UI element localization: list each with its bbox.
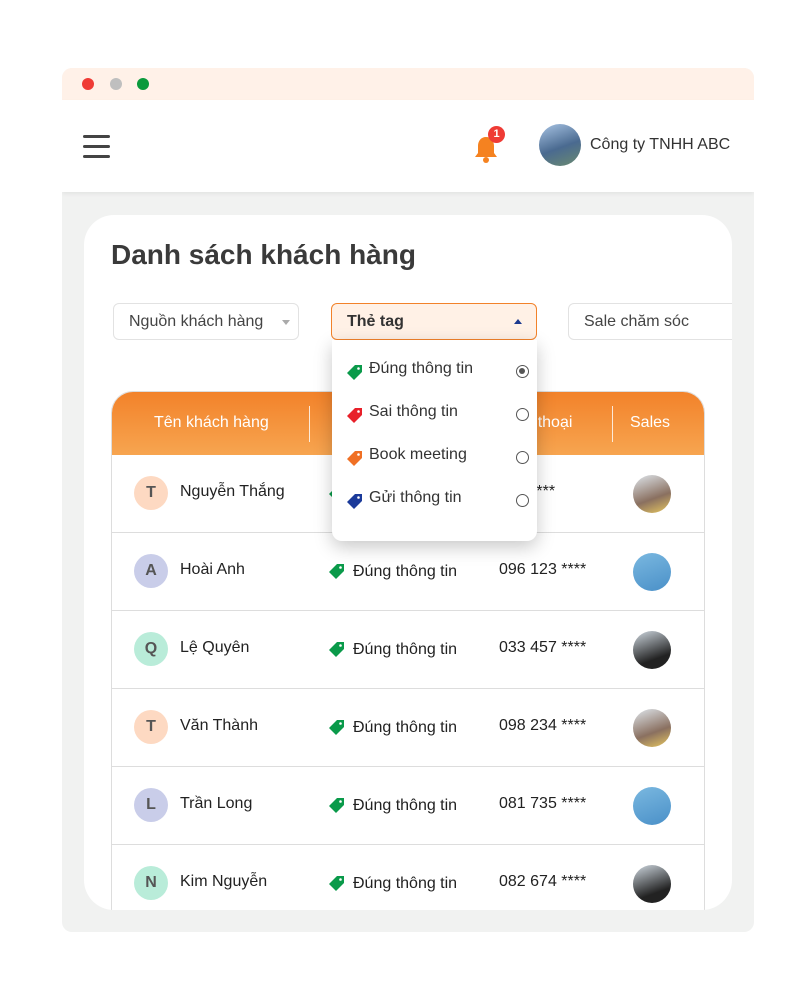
tag-icon [329,798,344,813]
column-name: Tên khách hàng [154,414,269,431]
tag-option-label: Sai thông tin [369,403,458,420]
customer-phone: 033 457 **** [499,639,587,656]
customer-initial-avatar: Q [134,632,168,666]
sales-avatar[interactable] [633,709,671,747]
radio-button[interactable] [516,365,529,378]
tag-dropdown-menu: Đúng thông tin Sai thông tin Book meeting G… [332,340,537,541]
sales-avatar[interactable] [633,787,671,825]
customer-phone: 096 123 **** [499,561,587,578]
tag-icon [329,642,344,657]
tag-option-label: Book meeting [369,446,467,463]
menu-icon[interactable] [83,135,110,158]
minimize-dot[interactable] [110,78,122,90]
sales-avatar[interactable] [633,865,671,903]
customer-name[interactable]: Văn Thành [180,717,258,735]
tag-icon [347,494,362,509]
customer-name[interactable]: Lệ Quyên [180,639,249,657]
tag-option-label: Gửi thông tin [369,489,462,506]
tag-icon [347,365,362,380]
notification-badge: 1 [488,126,505,143]
chevron-down-icon [282,320,290,329]
customer-name[interactable]: Trần Long [180,795,252,813]
customer-initial-avatar: T [134,710,168,744]
customer-name[interactable]: Hoài Anh [180,561,245,579]
source-filter-label: Nguồn khách hàng [129,313,264,330]
page-title: Danh sách khách hàng [111,239,416,270]
customer-phone: 081 735 **** [499,795,587,812]
customer-phone: 082 674 **** [499,873,587,890]
sale-filter-label: Sale chăm sóc [584,313,689,330]
tag-icon [329,876,344,891]
customer-initial-avatar: T [134,476,168,510]
company-name[interactable]: Công ty TNHH ABC [590,136,730,154]
company-avatar[interactable] [539,124,581,166]
top-bar: 1 Công ty TNHH ABC [62,100,754,192]
tag-icon [329,564,344,579]
radio-button[interactable] [516,451,529,464]
chevron-up-icon [514,315,522,324]
table-row[interactable]: L Trần Long Đúng thông tin 081 735 **** [112,767,704,845]
tag-icon [329,720,344,735]
source-filter[interactable]: Nguồn khách hàng [113,303,299,340]
maximize-dot[interactable] [137,78,149,90]
radio-button[interactable] [516,408,529,421]
customer-initial-avatar: N [134,866,168,900]
table-row[interactable]: Q Lệ Quyên Đúng thông tin 033 457 **** [112,611,704,689]
table-row[interactable]: N Kim Nguyễn Đúng thông tin 082 674 **** [112,845,704,910]
customer-name[interactable]: Nguyễn Thắng [180,483,285,501]
close-dot[interactable] [82,78,94,90]
customer-tag: Đúng thông tin [353,875,458,892]
customer-tag: Đúng thông tin [353,641,458,658]
tag-filter-label: Thẻ tag [347,313,404,330]
sale-filter[interactable]: Sale chăm sóc [568,303,732,340]
customer-initial-avatar: L [134,788,168,822]
tag-option[interactable]: Gửi thông tin [346,486,529,516]
tag-option[interactable]: Sai thông tin [346,400,529,430]
customer-initial-avatar: A [134,554,168,588]
customer-phone: 098 234 **** [499,717,587,734]
tag-option[interactable]: Đúng thông tin [346,357,529,387]
customer-tag: Đúng thông tin [353,797,458,814]
tag-option-label: Đúng thông tin [369,360,474,377]
sales-avatar[interactable] [633,631,671,669]
customer-list-card: Danh sách khách hàng Nguồn khách hàng Th… [84,215,732,910]
sales-avatar[interactable] [633,553,671,591]
tag-option[interactable]: Book meeting [346,443,529,473]
title-bar [62,68,754,100]
table-row[interactable]: A Hoài Anh Đúng thông tin 096 123 **** [112,533,704,611]
radio-button[interactable] [516,494,529,507]
sales-avatar[interactable] [633,475,671,513]
tag-icon [347,451,362,466]
tag-icon [347,408,362,423]
customer-tag: Đúng thông tin [353,563,458,580]
table-row[interactable]: T Văn Thành Đúng thông tin 098 234 **** [112,689,704,767]
column-sales: Sales [630,414,671,431]
customer-tag: Đúng thông tin [353,719,458,736]
customer-name[interactable]: Kim Nguyễn [180,873,267,891]
tag-filter[interactable]: Thẻ tag [331,303,537,340]
